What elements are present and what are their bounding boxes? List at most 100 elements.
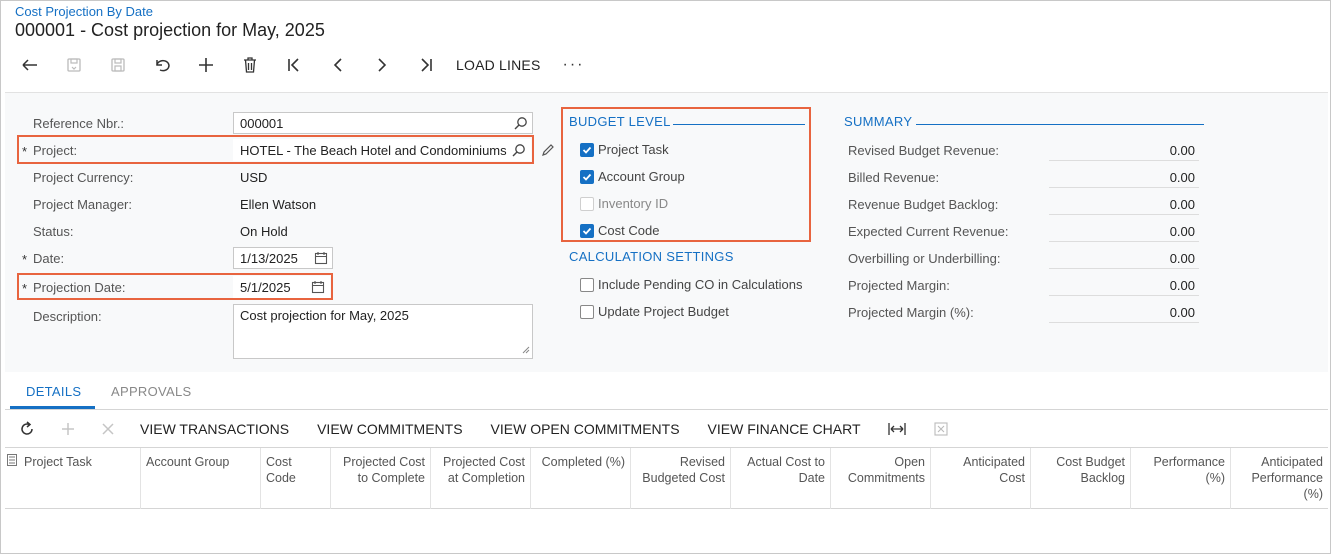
col-open-commitments[interactable]: Open Commitments	[830, 448, 930, 509]
col-actual-cost-to-date[interactable]: Actual Cost to Date	[730, 448, 830, 509]
add-row-icon[interactable]	[46, 417, 90, 441]
summary-value: 0.00	[1049, 166, 1199, 188]
summary-label: Expected Current Revenue:	[848, 224, 1009, 239]
project-manager-value: Ellen Watson	[240, 197, 317, 212]
checkbox-account-group[interactable]: Account Group	[580, 169, 685, 184]
summary-label: Projected Margin (%):	[848, 305, 974, 320]
checkbox-cost-code[interactable]: Cost Code	[580, 223, 659, 238]
calendar-icon[interactable]	[314, 251, 328, 268]
checkbox-update-project-budget[interactable]: Update Project Budget	[580, 304, 729, 319]
checkbox-disabled-icon	[580, 196, 594, 211]
checkbox-unchecked-icon[interactable]	[580, 304, 594, 319]
checkbox-label: Include Pending CO in Calculations	[598, 277, 803, 292]
col-revised-budgeted-cost[interactable]: Revised Budgeted Cost	[630, 448, 730, 509]
date-required-marker: *	[22, 252, 28, 267]
project-label: Project:	[33, 143, 78, 158]
checkbox-label: Cost Code	[598, 223, 660, 238]
summary-label: Overbilling or Underbilling:	[848, 251, 1001, 266]
summary-value: 0.00	[1049, 247, 1199, 269]
undo-icon[interactable]	[140, 52, 184, 78]
col-projected-cost-at-completion[interactable]: Projected Cost at Completion	[430, 448, 530, 509]
summary-value: 0.00	[1049, 301, 1199, 323]
col-cost-budget-backlog[interactable]: Cost Budget Backlog	[1030, 448, 1130, 509]
delete-row-icon[interactable]	[90, 417, 126, 441]
row-selector-icon[interactable]	[7, 454, 17, 469]
search-icon[interactable]	[514, 116, 528, 133]
search-icon[interactable]	[509, 143, 526, 160]
checkbox-label: Inventory ID	[598, 196, 669, 211]
col-completed-percent[interactable]: Completed (%)	[530, 448, 630, 509]
calendar-icon[interactable]	[311, 280, 325, 297]
date-field[interactable]: 1/13/2025	[233, 247, 333, 269]
checkbox-checked-icon[interactable]	[580, 142, 594, 157]
summary-label: Projected Margin:	[848, 278, 950, 293]
more-options-icon[interactable]: ···	[554, 56, 592, 74]
fit-columns-icon[interactable]	[875, 417, 919, 441]
tab-details[interactable]: DETAILS	[26, 384, 81, 399]
breadcrumb[interactable]: Cost Projection By Date	[15, 4, 153, 19]
project-field[interactable]: HOTEL - The Beach Hotel and Condominiums	[233, 139, 531, 161]
checkbox-checked-icon[interactable]	[580, 169, 594, 184]
previous-record-icon[interactable]	[316, 52, 360, 78]
projection-date-value: 5/1/2025	[240, 280, 291, 295]
view-commitments-button[interactable]: VIEW COMMITMENTS	[303, 421, 476, 437]
status-value: On Hold	[240, 224, 288, 239]
project-value: HOTEL - The Beach Hotel and Condominiums	[240, 143, 507, 158]
next-record-icon[interactable]	[360, 52, 404, 78]
view-open-commitments-button[interactable]: VIEW OPEN COMMITMENTS	[477, 421, 694, 437]
col-project-task[interactable]: Project Task	[19, 448, 140, 509]
checkbox-unchecked-icon[interactable]	[580, 277, 594, 292]
delete-icon[interactable]	[228, 52, 272, 78]
checkbox-label: Project Task	[598, 142, 669, 157]
grid-header: Project Task Account Group Cost Code Pro…	[5, 447, 1328, 509]
page-title: 000001 - Cost projection for May, 2025	[15, 20, 325, 40]
grid-body	[5, 510, 1328, 552]
col-anticipated-performance-percent[interactable]: Anticipated Performance (%)	[1230, 448, 1328, 509]
col-anticipated-cost[interactable]: Anticipated Cost	[930, 448, 1030, 509]
description-value: Cost projection for May, 2025	[240, 308, 409, 323]
resize-handle-icon[interactable]	[522, 342, 530, 357]
summary-value: 0.00	[1049, 220, 1199, 242]
view-finance-chart-button[interactable]: VIEW FINANCE CHART	[694, 421, 875, 437]
main-toolbar: LOAD LINES ···	[8, 52, 592, 78]
view-transactions-button[interactable]: VIEW TRANSACTIONS	[126, 421, 303, 437]
reference-nbr-field[interactable]: 000001	[233, 112, 533, 134]
summary-label: Revised Budget Revenue:	[848, 143, 1000, 158]
col-cost-code[interactable]: Cost Code	[260, 448, 330, 509]
budget-level-divider	[673, 124, 805, 125]
checkbox-include-pending-co[interactable]: Include Pending CO in Calculations	[580, 277, 803, 292]
back-arrow-icon[interactable]	[8, 52, 52, 78]
description-textarea[interactable]: Cost projection for May, 2025	[233, 304, 533, 359]
edit-pencil-icon[interactable]	[541, 143, 555, 160]
checkbox-checked-icon[interactable]	[580, 223, 594, 238]
summary-value: 0.00	[1049, 274, 1199, 296]
add-icon[interactable]	[184, 52, 228, 78]
summary-divider	[916, 124, 1204, 125]
reference-nbr-label: Reference Nbr.:	[33, 116, 125, 131]
col-performance-percent[interactable]: Performance (%)	[1130, 448, 1230, 509]
checkbox-label: Account Group	[598, 169, 685, 184]
refresh-icon[interactable]	[8, 417, 46, 441]
export-excel-icon[interactable]	[919, 417, 963, 441]
project-currency-label: Project Currency:	[33, 170, 134, 185]
tab-approvals[interactable]: APPROVALS	[111, 384, 192, 399]
grid-toolbar: VIEW TRANSACTIONS VIEW COMMITMENTS VIEW …	[8, 417, 963, 441]
checkbox-inventory-id: Inventory ID	[580, 196, 668, 211]
projection-date-required-marker: *	[22, 281, 28, 296]
summary-label: Billed Revenue:	[848, 170, 940, 185]
save-icon[interactable]	[96, 52, 140, 78]
load-lines-button[interactable]: LOAD LINES	[448, 57, 554, 73]
date-value: 1/13/2025	[240, 251, 298, 266]
tabs-divider	[5, 409, 1328, 410]
projection-date-field[interactable]: 5/1/2025	[233, 276, 330, 298]
project-required-marker: *	[22, 144, 28, 159]
col-account-group[interactable]: Account Group	[140, 448, 260, 509]
first-record-icon[interactable]	[272, 52, 316, 78]
checkbox-project-task[interactable]: Project Task	[580, 142, 669, 157]
summary-label: Revenue Budget Backlog:	[848, 197, 999, 212]
last-record-icon[interactable]	[404, 52, 448, 78]
col-projected-cost-to-complete[interactable]: Projected Cost to Complete	[330, 448, 430, 509]
projection-date-label: Projection Date:	[33, 280, 126, 295]
save-close-icon[interactable]	[52, 52, 96, 78]
summary-value: 0.00	[1049, 139, 1199, 161]
